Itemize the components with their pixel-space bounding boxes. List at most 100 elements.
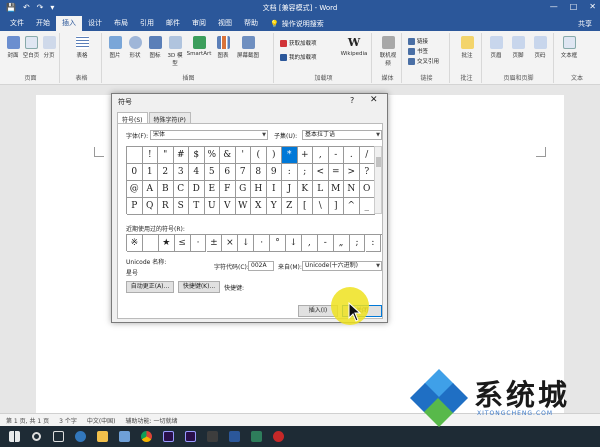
recent-symbol-cell[interactable]: ° <box>270 235 286 252</box>
help-icon[interactable]: ? <box>350 96 354 105</box>
my-addins-button[interactable]: 我的加载项 <box>280 53 317 61</box>
symbol-cell[interactable]: ) <box>266 147 282 164</box>
get-addins-button[interactable]: 获取加载项 <box>280 39 317 47</box>
symbol-cell[interactable]: S <box>173 198 189 215</box>
symbol-cell[interactable]: ; <box>297 164 313 181</box>
symbol-cell[interactable]: # <box>173 147 189 164</box>
recent-symbol-cell[interactable]: · <box>190 235 207 252</box>
symbol-cell[interactable]: H <box>251 181 267 198</box>
symbol-cell[interactable]: / <box>359 147 375 164</box>
footer-button[interactable]: 页脚 <box>509 36 527 59</box>
recent-symbol-cell[interactable]: „ <box>333 235 350 252</box>
symbol-cell[interactable]: M <box>328 181 344 198</box>
symbol-cell[interactable]: Q <box>142 198 158 215</box>
tab-mailings[interactable]: 邮件 <box>160 16 186 31</box>
symbol-cell[interactable]: : <box>282 164 298 181</box>
symbol-cell[interactable]: 3 <box>173 164 189 181</box>
symbol-cell[interactable]: G <box>235 181 251 198</box>
recent-symbol-cell[interactable]: ≤ <box>174 235 191 252</box>
start-button[interactable] <box>6 430 22 444</box>
link-button[interactable]: 链接 <box>408 37 428 45</box>
symbol-cell[interactable]: B <box>158 181 174 198</box>
page-number-button[interactable]: 页码 <box>531 36 549 59</box>
edge-button[interactable] <box>72 430 88 444</box>
symbol-cell[interactable]: I <box>266 181 282 198</box>
font-select[interactable]: 宋体 ▼ <box>150 130 268 140</box>
recent-symbol-cell[interactable]: ; <box>349 235 366 252</box>
recent-symbol-cell[interactable]: ※ <box>127 235 143 252</box>
symbol-cell[interactable]: % <box>204 147 220 164</box>
task-view-button[interactable] <box>50 430 66 444</box>
symbol-grid-scrollbar[interactable] <box>374 146 382 214</box>
tab-references[interactable]: 引用 <box>134 16 160 31</box>
cover-page-button[interactable]: 封面 <box>4 36 22 59</box>
subset-select[interactable]: 基本拉丁语 ▼ <box>302 130 382 140</box>
page-break-button[interactable]: 分页 <box>40 36 58 59</box>
symbol-cell[interactable]: O <box>359 181 375 198</box>
symbol-cell[interactable]: T <box>189 198 205 215</box>
symbol-cell[interactable]: Y <box>266 198 282 215</box>
symbol-cell[interactable]: _ <box>359 198 375 215</box>
symbol-cell[interactable]: L <box>313 181 329 198</box>
symbol-cell[interactable]: 8 <box>251 164 267 181</box>
symbol-cell[interactable]: $ <box>189 147 205 164</box>
header-button[interactable]: 页眉 <box>487 36 505 59</box>
symbol-cell[interactable]: D <box>189 181 205 198</box>
share-button[interactable]: 共享 <box>578 19 592 29</box>
word-taskbar-button[interactable] <box>226 430 242 444</box>
store-button[interactable] <box>116 430 132 444</box>
language-status[interactable]: 中文(中国) <box>87 416 116 425</box>
symbol-cell[interactable]: ! <box>142 147 158 164</box>
symbol-cell[interactable]: K <box>297 181 313 198</box>
accessibility-status[interactable]: 辅助功能: 一切就绪 <box>126 416 178 425</box>
tell-me-search[interactable]: 💡 操作说明搜索 <box>270 19 324 29</box>
symbol-cell[interactable]: P <box>127 198 143 215</box>
maximize-icon[interactable]: □ <box>570 2 578 11</box>
symbol-cell[interactable]: V <box>220 198 236 215</box>
symbol-cell[interactable]: 0 <box>127 164 143 181</box>
pictures-button[interactable]: 图片 <box>106 36 124 59</box>
blank-page-button[interactable]: 空白页 <box>22 36 40 59</box>
symbol-cell[interactable]: - <box>328 147 344 164</box>
recent-symbol-cell[interactable]: ↓ <box>286 235 302 252</box>
comment-button[interactable]: 批注 <box>458 36 476 59</box>
tab-layout[interactable]: 布局 <box>108 16 134 31</box>
symbol-cell[interactable]: 4 <box>189 164 205 181</box>
table-button[interactable]: 表格 <box>73 36 91 59</box>
3d-models-button[interactable]: 3D 模型 <box>166 36 184 67</box>
symbol-cell[interactable]: A <box>142 181 158 198</box>
symbol-cell[interactable]: W <box>235 198 251 215</box>
scrollbar-thumb[interactable] <box>376 157 381 167</box>
symbol-cell[interactable]: 6 <box>220 164 236 181</box>
recent-symbol-cell[interactable]: ↓ <box>238 235 255 252</box>
symbol-cell-selected[interactable]: * <box>282 147 298 164</box>
smartart-button[interactable]: SmartArt <box>186 36 212 57</box>
symbol-cell[interactable]: 9 <box>266 164 282 181</box>
recent-symbol-cell[interactable] <box>142 235 159 252</box>
recent-symbol-cell[interactable]: - <box>317 235 334 252</box>
record-button[interactable] <box>270 430 286 444</box>
symbol-cell[interactable]: & <box>220 147 236 164</box>
shortcut-key-button[interactable]: 快捷键(K)... <box>178 281 220 293</box>
app-button-2[interactable] <box>248 430 264 444</box>
screenshot-button[interactable]: 屏幕截图 <box>234 36 262 59</box>
symbol-cell[interactable]: X <box>251 198 267 215</box>
from-select[interactable]: Unicode(十六进制) ▼ <box>302 261 382 271</box>
recent-symbol-cell[interactable]: ‚ <box>301 235 318 252</box>
symbol-cell[interactable]: [ <box>297 198 313 215</box>
recent-symbol-cell[interactable]: ± <box>206 235 223 252</box>
symbol-cell[interactable]: N <box>344 181 360 198</box>
tab-file[interactable]: 文件 <box>4 16 30 31</box>
symbol-cell[interactable]: J <box>282 181 298 198</box>
symbol-cell[interactable]: , <box>313 147 329 164</box>
search-taskbar-button[interactable] <box>28 430 44 444</box>
explorer-button[interactable] <box>94 430 110 444</box>
chrome-button[interactable] <box>138 430 154 444</box>
tab-help[interactable]: 帮助 <box>238 16 264 31</box>
recent-symbol-cell[interactable]: × <box>222 235 239 252</box>
symbol-cell[interactable] <box>127 147 143 164</box>
symbol-cell[interactable]: < <box>313 164 329 181</box>
symbol-cell[interactable]: 5 <box>204 164 220 181</box>
symbol-cell[interactable]: ' <box>235 147 251 164</box>
symbol-cell[interactable]: + <box>297 147 313 164</box>
